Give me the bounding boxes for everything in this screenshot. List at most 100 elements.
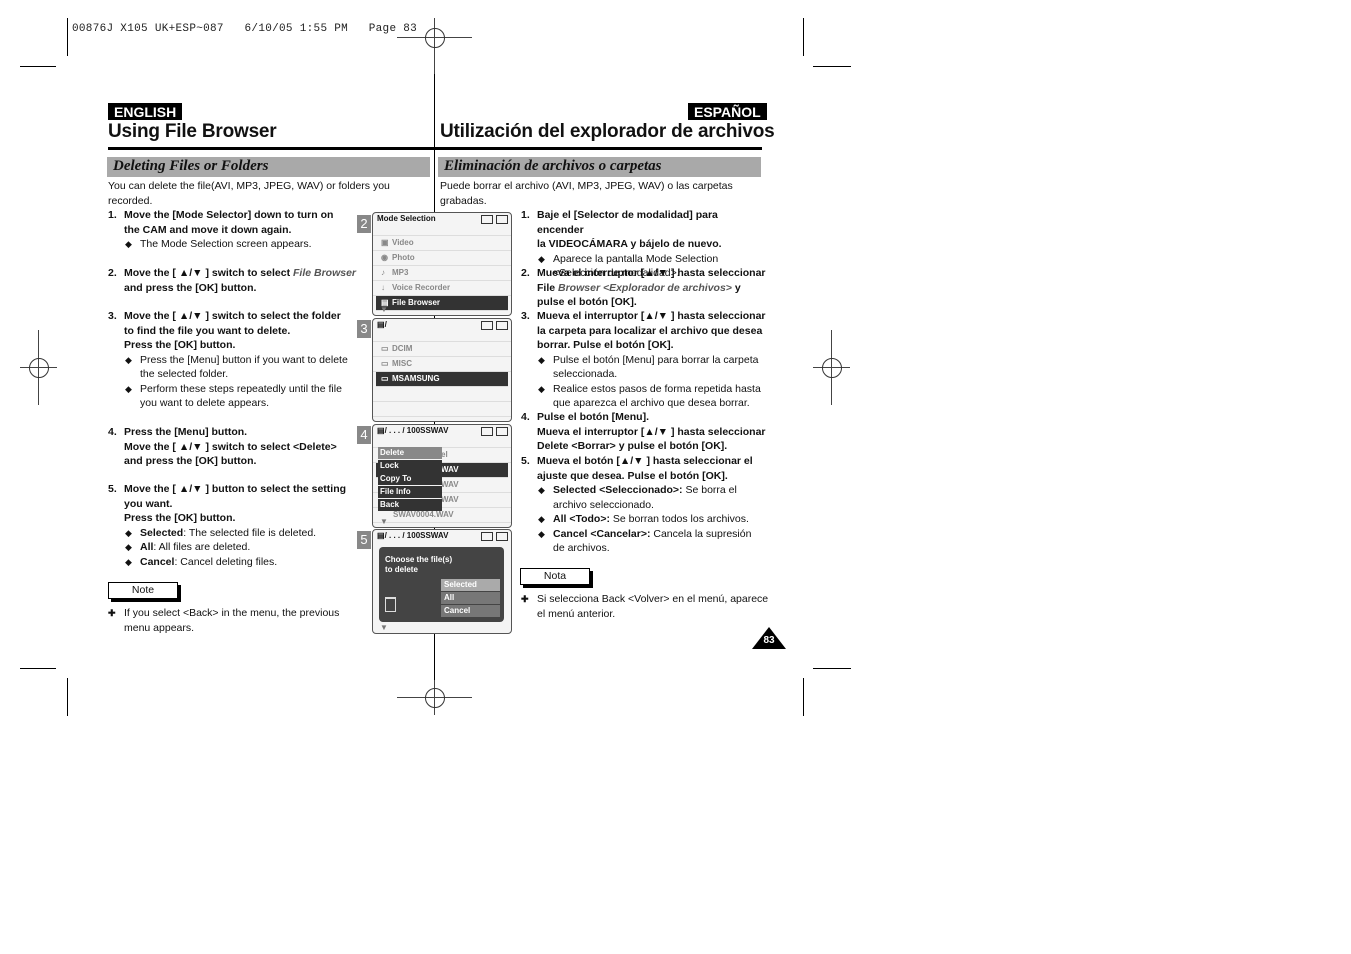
- screen-number: 2: [357, 215, 371, 233]
- battery-icon: [496, 215, 508, 224]
- menu-item-photo[interactable]: ◉ Photo: [373, 251, 511, 266]
- crop-mark: [67, 678, 68, 716]
- microphone-icon: ↓: [381, 283, 385, 292]
- bullet-item: ◆ All <Todo>: Se borran todos los archivo…: [538, 513, 749, 525]
- english-badge: ENGLISH: [108, 103, 183, 120]
- bullet-item: ◆ Press the [Menu] button if you want to …: [125, 353, 348, 381]
- english-step-4: 4. Press the [Menu] button. Move the [ ▲…: [108, 425, 358, 469]
- registration-circle: [822, 358, 842, 378]
- crop-mark: [813, 66, 851, 67]
- cross-bullet-icon: ✚: [108, 608, 116, 618]
- diamond-bullet-icon: ◆: [538, 514, 545, 524]
- menu-item-video[interactable]: ▣ Video: [373, 236, 511, 251]
- step-text: Baje el [Selector de modalidad] para enc…: [537, 209, 718, 236]
- english-step-1: 1. Move the [Mode Selector] down to turn…: [108, 208, 358, 252]
- registration-circle: [29, 358, 49, 378]
- menu-item-lock[interactable]: Lock: [378, 460, 442, 472]
- step-text: and press the [OK] button.: [124, 281, 257, 294]
- path: / . . . / 100SSWAV: [384, 531, 449, 540]
- file-browser-icon: ▤: [377, 426, 385, 435]
- english-step-3: 3. Move the [ ▲/▼ ] switch to select the…: [108, 309, 358, 411]
- espanol-step-3: 3. Mueva el interruptor [▲/▼ ] hasta sel…: [521, 309, 766, 411]
- memory-card-icon: [481, 215, 493, 224]
- step-number: 1.: [521, 209, 530, 221]
- step-text: pulse el botón [OK].: [537, 296, 637, 308]
- folder-item-selected[interactable]: ▭ MSAMSUNG: [376, 372, 508, 387]
- english-step-2: 2. Move the [ ▲/▼ ] switch to select Fil…: [108, 266, 363, 295]
- folder-item[interactable]: ▭ DCIM: [373, 342, 511, 357]
- diamond-bullet-icon: ◆: [125, 527, 132, 538]
- trash-icon: [385, 597, 396, 612]
- screen-header: ▤/ . . . / 100SSWAV: [373, 530, 511, 546]
- screen-header: ▤/: [373, 319, 511, 335]
- step-number: 5.: [108, 483, 117, 495]
- step-text: la VIDEOCÁMARA y bájelo de nuevo.: [537, 238, 722, 250]
- menu-item-delete[interactable]: Delete: [378, 447, 442, 459]
- title-rule: [108, 147, 762, 150]
- scroll-down-arrow-icon[interactable]: ▼: [380, 517, 388, 526]
- menu-item-voice-recorder[interactable]: ↓ Voice Recorder: [373, 281, 511, 296]
- step-text: the CAM and move it down again.: [124, 223, 292, 236]
- diamond-bullet-icon: ◆: [125, 556, 132, 567]
- step-number: 3.: [108, 310, 117, 322]
- espanol-note-label: Nota: [520, 568, 590, 585]
- bullet-item: ◆ Realice estos pasos de forma repetida h…: [538, 382, 761, 410]
- option-selected[interactable]: Selected: [441, 579, 500, 591]
- menu-item-copy-to[interactable]: Copy To: [378, 473, 442, 485]
- folder-icon: ▭: [381, 374, 389, 383]
- espanol-step-4: 4. Pulse el botón [Menu]. Mueva el inter…: [521, 410, 766, 454]
- menu-item-mp3[interactable]: ♪ MP3: [373, 266, 511, 281]
- folder-item[interactable]: ▭ MISC: [373, 357, 511, 372]
- option-all[interactable]: All: [441, 592, 500, 604]
- step-text: Mueva el interruptor [▲/▼ ] hasta selecc…: [537, 310, 766, 322]
- screen-number: 5: [357, 531, 371, 549]
- empty-row: [373, 387, 511, 402]
- scroll-down-arrow-icon[interactable]: ▼: [380, 623, 388, 632]
- screen-title: Mode Selection: [377, 214, 436, 223]
- step-text: Delete <Borrar> y pulse el botón [OK].: [537, 440, 728, 452]
- step-text: Move the [Mode Selector] down to turn on: [124, 209, 334, 221]
- cross-bullet-icon: ✚: [521, 594, 529, 604]
- music-note-icon: ♪: [381, 268, 385, 277]
- battery-icon: [496, 321, 508, 330]
- delete-dialog: Choose the file(s) to delete Selected Al…: [379, 547, 504, 622]
- espanol-section-title: Eliminación de archivos o carpetas: [444, 158, 662, 174]
- crop-mark: [20, 66, 56, 67]
- diamond-bullet-icon: ◆: [125, 542, 132, 552]
- note-text: Si selecciona Back <Volver> en el menú, …: [537, 593, 769, 620]
- option-cancel[interactable]: Cancel: [441, 605, 500, 617]
- bullet-item: ◆ Perform these steps repeatedly until th…: [125, 382, 342, 410]
- bullet-item: ◆ Cancel: Cancel deleting files.: [125, 555, 278, 568]
- file-browser-icon: ▤: [377, 320, 385, 329]
- bullet-item: ◆ Selected: The selected file is deleted.: [125, 526, 317, 539]
- diamond-bullet-icon: ◆: [538, 383, 545, 394]
- battery-icon: [496, 532, 508, 541]
- english-step-5: 5. Move the [ ▲/▼ ] button to select the…: [108, 482, 358, 569]
- step-number: 2.: [108, 267, 117, 279]
- step-text: to find the file you want to delete.: [124, 324, 291, 337]
- diamond-bullet-icon: ◆: [538, 354, 545, 365]
- diamond-bullet-icon: ◆: [538, 253, 545, 264]
- screen-mode-selection: Mode Selection ▣ Video ◉ Photo ♪ MP3 ↓ Voice…: [372, 212, 512, 316]
- scroll-down-arrow-icon[interactable]: ▼: [380, 305, 388, 314]
- english-note-label: Note: [108, 582, 178, 599]
- registration-circle: [425, 688, 445, 708]
- registration-circle: [425, 28, 445, 48]
- step-number: 1.: [108, 209, 117, 221]
- menu-item-file-browser[interactable]: ▤ File Browser: [376, 296, 508, 311]
- english-section-bar: Deleting Files or Folders: [107, 157, 430, 177]
- print-slug: 00876J X105 UK+ESP~087 6/10/05 1:55 PM P…: [72, 23, 418, 35]
- step-text: Mueva el interruptor [▲/▼ ] hasta selecc…: [537, 267, 766, 279]
- crop-mark: [813, 668, 851, 669]
- menu-item-back[interactable]: Back: [378, 499, 442, 511]
- screen-file-menu: ▤/ . . . / 100SSWAV el WAV WAV WAV SWAV0…: [372, 424, 512, 528]
- espanol-step-2: 2. Mueva el interruptor [▲/▼ ] hasta sel…: [521, 266, 766, 310]
- crop-mark: [803, 18, 804, 56]
- crop-mark: [20, 668, 56, 669]
- step-text: ajuste que desea. Pulse el botón [OK].: [537, 469, 728, 482]
- step-text: Mueva el interruptor [▲/▼ ] hasta selecc…: [537, 425, 766, 438]
- step-text: Press the [OK] button.: [124, 512, 236, 524]
- memory-card-icon: [481, 321, 493, 330]
- menu-item-file-info[interactable]: File Info: [378, 486, 442, 498]
- camera-icon: ◉: [381, 253, 388, 262]
